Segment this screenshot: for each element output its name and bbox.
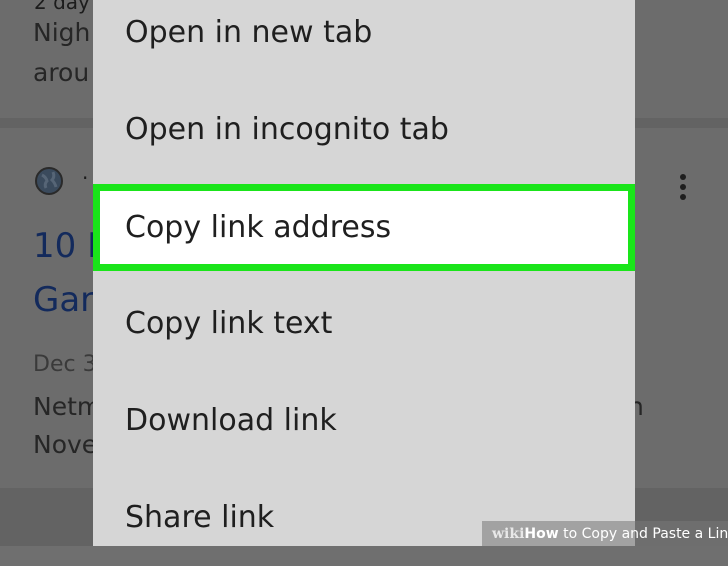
result-snippet-line: Nove (33, 430, 98, 459)
watermark-how: How (524, 525, 559, 542)
watermark-title: to Copy and Paste a Link (558, 525, 728, 542)
menu-item-open-in-new-tab[interactable]: Open in new tab (93, 0, 635, 81)
result-date: Dec 3 (33, 352, 97, 377)
watermark-brand: wiki (492, 525, 525, 542)
menu-item-label: Copy link address (125, 210, 392, 245)
menu-item-label: Copy link text (125, 306, 333, 341)
menu-item-open-in-incognito-tab[interactable]: Open in incognito tab (93, 81, 635, 178)
menu-item-download-link[interactable]: Download link (93, 372, 635, 469)
menu-item-copy-link-address[interactable]: Copy link address (93, 184, 635, 271)
result-site-name: · (82, 166, 89, 190)
previous-result-snippet-line: Nigh (33, 18, 91, 47)
result-title-line[interactable]: Gar (33, 280, 94, 320)
more-options-icon[interactable] (676, 174, 690, 204)
previous-result-date: 2 day (34, 0, 90, 14)
result-snippet-line: Netm (33, 392, 102, 421)
menu-item-label: Share link (125, 500, 275, 535)
menu-item-label: Open in new tab (125, 15, 373, 50)
menu-item-copy-link-text[interactable]: Copy link text (93, 275, 635, 372)
previous-result-snippet-line: arou (33, 58, 90, 87)
wikihow-watermark: wiki How to Copy and Paste a Link (482, 521, 728, 546)
context-menu: Open in new tab Open in incognito tab Co… (93, 0, 635, 546)
menu-item-label: Open in incognito tab (125, 112, 449, 147)
globe-icon (35, 167, 63, 195)
menu-item-label: Download link (125, 403, 337, 438)
menu-item-share-link[interactable]: Share link (93, 469, 635, 566)
